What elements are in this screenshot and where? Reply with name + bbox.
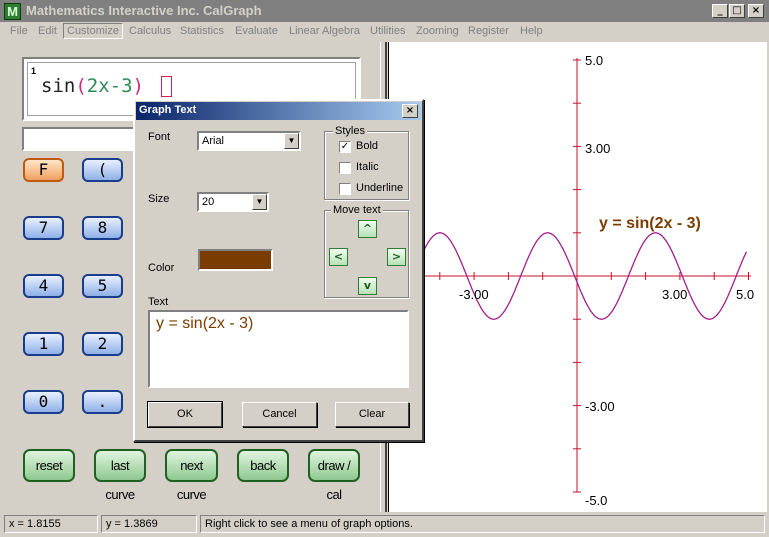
bold-checkbox[interactable]: ✓	[339, 141, 351, 153]
key-1[interactable]: 1	[23, 332, 64, 356]
graph-area[interactable]: 5.0 3.00 -3.00 -5.0 -3.00 3.00 5.0 y = s…	[388, 42, 767, 512]
menu-customize[interactable]: Customize	[63, 23, 123, 39]
menu-file[interactable]: File	[10, 25, 28, 37]
status-bar: x = 1.8155 y = 1.3869 Right click to see…	[0, 512, 769, 537]
clear-button[interactable]: Clear	[335, 402, 409, 427]
chevron-down-icon[interactable]: ▼	[284, 133, 299, 149]
x-neg-label: -3.00	[459, 287, 489, 302]
status-y: y = 1.3869	[101, 515, 197, 533]
graph-canvas[interactable]: 5.0 3.00 -3.00 -5.0 -3.00 3.00 5.0 y = s…	[389, 42, 768, 512]
styles-title: Styles	[333, 125, 367, 137]
move-right-button[interactable]: >	[387, 248, 406, 266]
y-min-label: -5.0	[585, 493, 607, 508]
menu-help[interactable]: Help	[520, 25, 543, 37]
expression-text: sin(2x-3)	[41, 75, 144, 97]
menu-calculus[interactable]: Calculus	[129, 25, 171, 37]
key-8[interactable]: 8	[82, 216, 123, 240]
key-5[interactable]: 5	[82, 274, 123, 298]
move-left-button[interactable]: <	[329, 248, 348, 266]
chevron-down-icon[interactable]: ▼	[252, 194, 267, 210]
move-up-button[interactable]: ^	[358, 220, 377, 238]
menu-utilities[interactable]: Utilities	[370, 25, 405, 37]
size-value: 20	[202, 196, 215, 208]
styles-group: Styles ✓ Bold Italic Underline	[324, 125, 409, 200]
minimize-button[interactable]: _	[712, 4, 728, 18]
size-label: Size	[148, 193, 170, 205]
menu-linear-algebra[interactable]: Linear Algebra	[289, 25, 360, 37]
menu-evaluate[interactable]: Evaluate	[235, 25, 278, 37]
move-text-group: Move text ^ < > v	[324, 204, 409, 298]
key-left-paren[interactable]: (	[82, 158, 123, 182]
key-0[interactable]: 0	[23, 390, 64, 414]
draw-cal-button[interactable]: draw / cal	[308, 449, 360, 502]
italic-checkbox[interactable]	[339, 162, 351, 174]
font-select[interactable]: Arial ▼	[197, 131, 301, 151]
key-7[interactable]: 7	[23, 216, 64, 240]
dialog-title-bar[interactable]: Graph Text ×	[136, 102, 421, 120]
ok-button[interactable]: OK	[147, 401, 223, 428]
window-title: Mathematics Interactive Inc. CalGraph	[26, 3, 262, 18]
move-down-button[interactable]: v	[358, 277, 377, 295]
maximize-button[interactable]: □	[729, 4, 745, 18]
status-message: Right click to see a menu of graph optio…	[200, 515, 765, 533]
expr-close-paren: )	[132, 75, 144, 97]
curve-label[interactable]: y = sin(2x - 3)	[599, 215, 701, 232]
expr-argument: 2x-3	[86, 75, 133, 97]
x-max-label: 5.0	[736, 287, 754, 302]
next-curve-button[interactable]: next curve	[165, 449, 218, 502]
y-pos-label: 3.00	[585, 141, 610, 156]
color-swatch[interactable]	[198, 249, 273, 271]
back-button[interactable]: back	[237, 449, 289, 482]
cancel-button[interactable]: Cancel	[242, 402, 317, 427]
font-label: Font	[148, 131, 171, 143]
expr-open-paren: (	[75, 75, 87, 97]
italic-label: Italic	[356, 161, 379, 173]
status-x: x = 1.8155	[4, 515, 98, 533]
y-neg-label: -3.00	[585, 399, 615, 414]
expression-cursor	[161, 76, 172, 97]
move-text-title: Move text	[331, 204, 383, 216]
underline-checkbox[interactable]	[339, 183, 351, 195]
color-label: Color	[148, 262, 175, 274]
key-dot[interactable]: .	[82, 390, 123, 414]
key-4[interactable]: 4	[23, 274, 64, 298]
app-icon: M	[4, 3, 21, 20]
reset-button[interactable]: reset	[23, 449, 75, 482]
dialog-title: Graph Text	[139, 104, 197, 116]
last-curve-button[interactable]: last curve	[94, 449, 146, 502]
expr-func: sin	[41, 75, 76, 97]
graph-text-dialog: Graph Text × Font Arial ▼ Size 20 ▼ Colo…	[133, 99, 424, 442]
dialog-close-button[interactable]: ×	[402, 104, 418, 118]
graph-text-input[interactable]: y = sin(2x - 3)	[148, 310, 409, 388]
title-bar: M Mathematics Interactive Inc. CalGraph …	[0, 0, 769, 22]
underline-label: Underline	[356, 182, 404, 194]
menu-zooming[interactable]: Zooming	[416, 25, 459, 37]
text-label: Text	[148, 296, 169, 308]
x-pos-label: 3.00	[662, 287, 687, 302]
menu-statistics[interactable]: Statistics	[180, 25, 224, 37]
menu-register[interactable]: Register	[468, 25, 509, 37]
bold-label: Bold	[356, 140, 379, 152]
key-2[interactable]: 2	[82, 332, 123, 356]
key-f[interactable]: F	[23, 158, 64, 182]
font-value: Arial	[202, 135, 225, 147]
close-button[interactable]: ×	[748, 4, 764, 18]
menu-bar: File Edit Customize Calculus Statistics …	[0, 22, 769, 42]
axes	[419, 58, 751, 492]
size-select[interactable]: 20 ▼	[197, 192, 269, 212]
line-number: 1	[31, 66, 37, 76]
menu-edit[interactable]: Edit	[38, 25, 57, 37]
y-max-label: 5.0	[585, 53, 603, 68]
